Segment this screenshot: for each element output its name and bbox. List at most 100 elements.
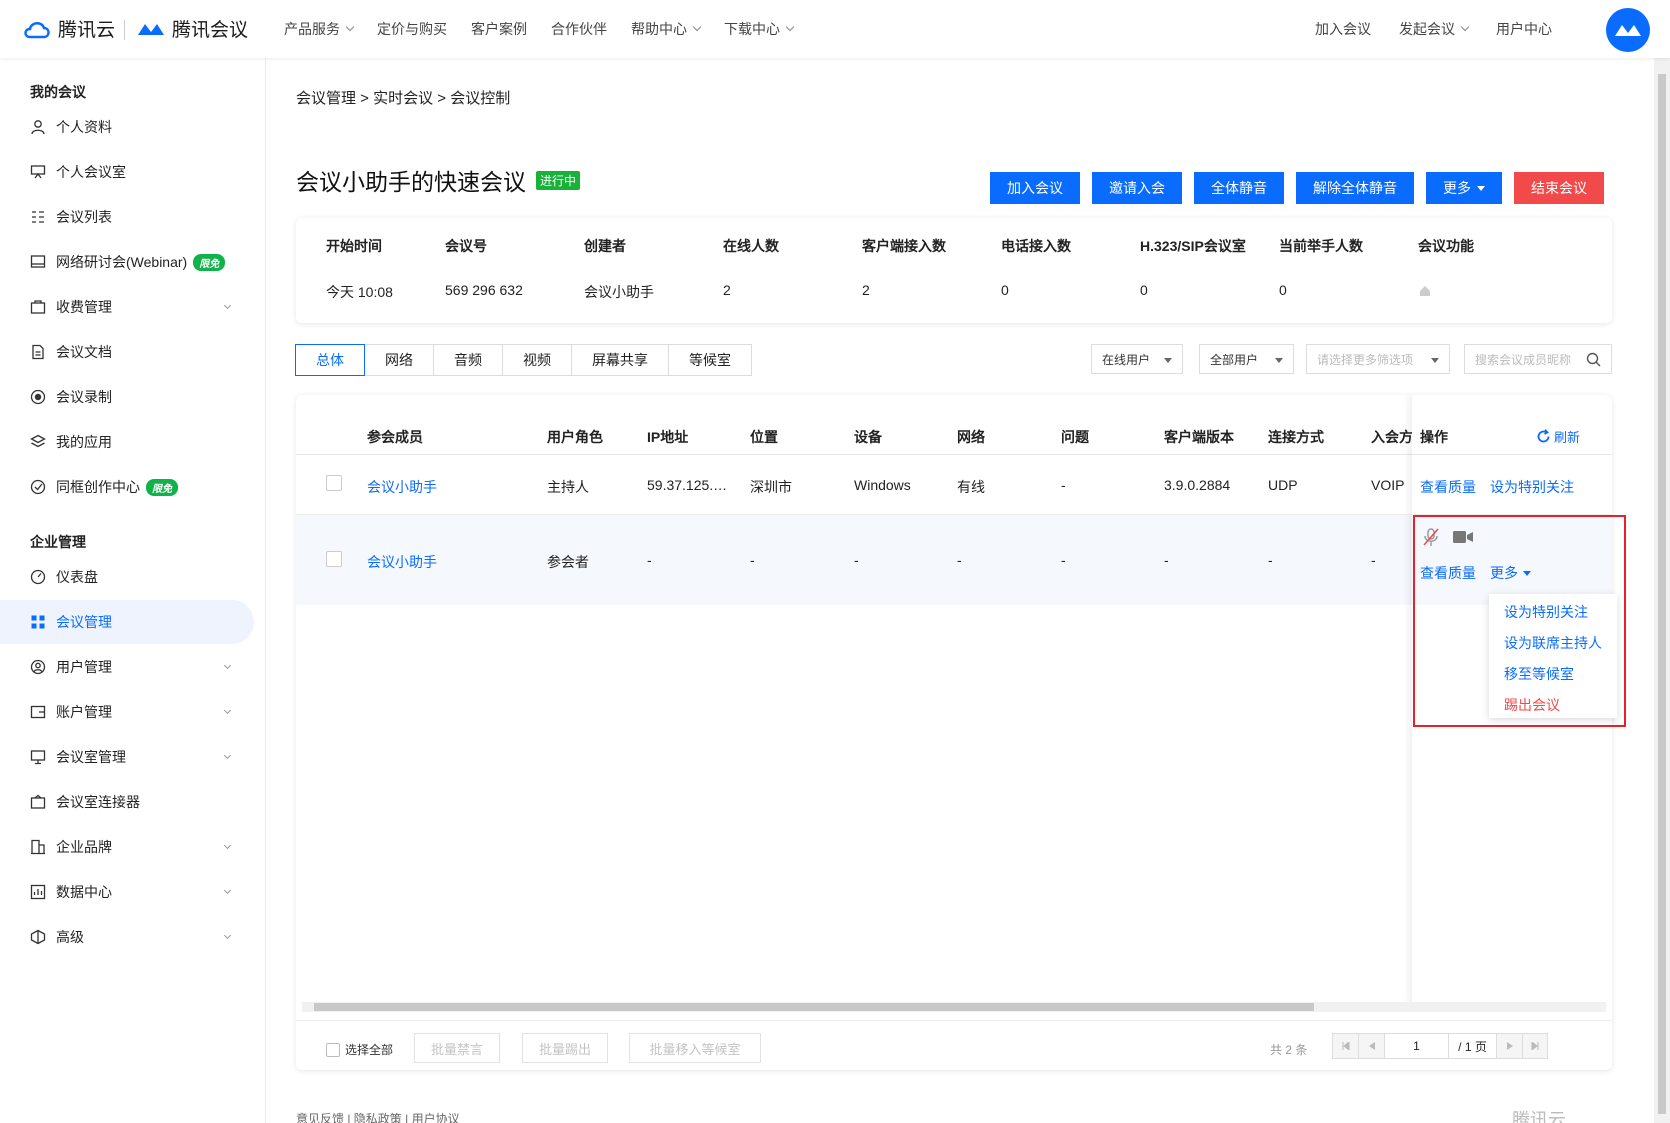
- sidebar-item-data-center[interactable]: 数据中心: [0, 870, 254, 914]
- next-page-icon[interactable]: [1497, 1034, 1523, 1058]
- join-meeting-button[interactable]: 加入会议: [990, 172, 1080, 204]
- camera-icon[interactable]: [1452, 530, 1474, 547]
- cell-ip: -: [647, 552, 652, 568]
- menu-item-move-to-waiting[interactable]: 移至等候室: [1504, 664, 1574, 684]
- member-name-link[interactable]: 会议小助手: [367, 477, 437, 497]
- mute-all-button[interactable]: 全体静音: [1194, 172, 1284, 204]
- meeting-info-card: 开始时间 今天 10:08 会议号 569 296 632 创建者 会议小助手 在线人…: [296, 218, 1612, 323]
- sidebar-item-meeting-list[interactable]: 会议列表: [0, 195, 254, 239]
- online-users-select[interactable]: 在线用户: [1091, 344, 1183, 374]
- more-button[interactable]: 更多: [1426, 172, 1502, 204]
- menu-item-kick-out[interactable]: 踢出会议: [1504, 695, 1560, 715]
- lock-icon[interactable]: [1418, 284, 1432, 301]
- unmute-all-button[interactable]: 解除全体静音: [1296, 172, 1414, 204]
- sidebar-item-recording[interactable]: 会议录制: [0, 375, 254, 419]
- view-quality-link[interactable]: 查看质量: [1420, 563, 1476, 583]
- invite-button[interactable]: 邀请入会: [1092, 172, 1182, 204]
- page-input[interactable]: 1: [1385, 1034, 1449, 1058]
- member-search-input[interactable]: 搜索会议成员昵称: [1464, 344, 1612, 374]
- nav-pricing[interactable]: 定价与购买: [377, 19, 447, 39]
- sidebar-item-enterprise-brand[interactable]: 企业品牌: [0, 825, 254, 869]
- row-checkbox[interactable]: [326, 475, 342, 491]
- cloud-icon: [24, 21, 50, 38]
- start-meeting-link[interactable]: 发起会议: [1399, 19, 1470, 39]
- tab-overall[interactable]: 总体: [295, 344, 365, 376]
- col-role: 用户角色: [547, 429, 603, 445]
- scrollbar-thumb[interactable]: [314, 1003, 1314, 1011]
- nav-partners[interactable]: 合作伙伴: [551, 19, 607, 39]
- nav-label: 合作伙伴: [551, 21, 607, 37]
- more-filters-select[interactable]: 请选择更多筛选项: [1306, 344, 1450, 374]
- tab-video[interactable]: 视频: [502, 344, 572, 376]
- row-checkbox[interactable]: [326, 551, 342, 567]
- main-nav: 产品服务 定价与购买 客户案例 合作伙伴 帮助中心 下载中心: [284, 0, 795, 58]
- menu-item-special-attention[interactable]: 设为特别关注: [1504, 602, 1588, 622]
- account-icon: [30, 704, 46, 720]
- connector-icon: [30, 794, 46, 810]
- breadcrumb[interactable]: 会议管理 > 实时会议 > 会议控制: [296, 87, 510, 108]
- prev-page-icon[interactable]: [1359, 1034, 1385, 1058]
- sidebar-item-personal-room[interactable]: 个人会议室: [0, 150, 254, 194]
- footer-links[interactable]: 意见反馈 | 隐私政策 | 用户协议: [296, 1110, 460, 1123]
- sidebar-item-account-management[interactable]: 账户管理: [0, 690, 254, 734]
- user-center-link[interactable]: 用户中心: [1496, 19, 1552, 39]
- select-all-checkbox[interactable]: 选择全部: [326, 1041, 393, 1058]
- search-icon[interactable]: [1586, 352, 1601, 370]
- tab-waiting-room[interactable]: 等候室: [668, 344, 752, 376]
- tencent-cloud-logo[interactable]: 腾讯云: [22, 15, 115, 42]
- chevron-down-icon: [692, 22, 702, 32]
- end-meeting-button[interactable]: 结束会议: [1514, 172, 1604, 204]
- col-network: 网络: [957, 429, 985, 445]
- info-value: 0: [1279, 282, 1287, 298]
- last-page-icon[interactable]: [1523, 1034, 1547, 1058]
- sidebar-item-label: 数据中心: [56, 884, 112, 900]
- sidebar-item-advanced[interactable]: 高级: [0, 915, 254, 959]
- horizontal-scrollbar[interactable]: [302, 1002, 1606, 1012]
- tab-network[interactable]: 网络: [364, 344, 434, 376]
- info-label: 创建者: [584, 238, 626, 254]
- batch-mute-button[interactable]: 批量禁言: [414, 1033, 500, 1063]
- sidebar-item-dashboard[interactable]: 仪表盘: [0, 555, 254, 599]
- tencent-meeting-logo[interactable]: 腾讯会议: [136, 15, 248, 42]
- sidebar-item-creation-center[interactable]: 同框创作中心 限免: [0, 465, 254, 509]
- nav-products[interactable]: 产品服务: [284, 19, 355, 39]
- all-users-select[interactable]: 全部用户: [1199, 344, 1294, 374]
- sidebar-item-label: 个人资料: [56, 119, 112, 135]
- nav-help[interactable]: 帮助中心: [631, 19, 702, 39]
- cloud-logo-text: 腾讯云: [58, 20, 116, 41]
- sidebar-item-my-apps[interactable]: 我的应用: [0, 420, 254, 464]
- view-quality-link[interactable]: 查看质量: [1420, 477, 1476, 497]
- batch-kick-button[interactable]: 批量踢出: [522, 1033, 608, 1063]
- scrollbar-thumb[interactable]: [1658, 74, 1666, 1114]
- sidebar-item-meeting-management[interactable]: 会议管理: [0, 600, 254, 644]
- chevron-down-icon: [223, 661, 232, 670]
- menu-item-set-cohost[interactable]: 设为联席主持人: [1504, 633, 1602, 653]
- tab-screen-share[interactable]: 屏幕共享: [571, 344, 669, 376]
- advanced-icon: [30, 929, 46, 945]
- sidebar-item-documents[interactable]: 会议文档: [0, 330, 254, 374]
- sidebar-item-profile[interactable]: 个人资料: [0, 105, 254, 149]
- sidebar-item-user-management[interactable]: 用户管理: [0, 645, 254, 689]
- member-name-link[interactable]: 会议小助手: [367, 552, 437, 572]
- mic-off-icon[interactable]: [1422, 527, 1440, 550]
- vertical-scrollbar[interactable]: [1654, 58, 1670, 1123]
- refresh-button[interactable]: 刷新: [1536, 427, 1580, 446]
- first-page-icon[interactable]: [1333, 1034, 1359, 1058]
- refresh-label: 刷新: [1554, 430, 1581, 445]
- join-meeting-link[interactable]: 加入会议: [1315, 19, 1371, 39]
- row-more-button[interactable]: 更多: [1490, 563, 1531, 583]
- sidebar-item-billing[interactable]: 收费管理: [0, 285, 254, 329]
- set-special-attention-link[interactable]: 设为特别关注: [1490, 477, 1574, 497]
- sidebar-item-room-connector[interactable]: 会议室连接器: [0, 780, 254, 824]
- batch-waiting-button[interactable]: 批量移入等候室: [629, 1033, 761, 1063]
- sidebar-item-webinar[interactable]: 网络研讨会(Webinar) 限免: [0, 240, 254, 284]
- tab-audio[interactable]: 音频: [433, 344, 503, 376]
- cell-location: -: [750, 552, 755, 568]
- nav-download[interactable]: 下载中心: [724, 19, 795, 39]
- col-ip: IP地址: [647, 429, 689, 445]
- nav-cases[interactable]: 客户案例: [471, 19, 527, 39]
- info-value: 会议小助手: [584, 284, 654, 300]
- sidebar-item-label: 会议管理: [56, 614, 112, 630]
- avatar[interactable]: [1606, 8, 1650, 52]
- sidebar-item-room-management[interactable]: 会议室管理: [0, 735, 254, 779]
